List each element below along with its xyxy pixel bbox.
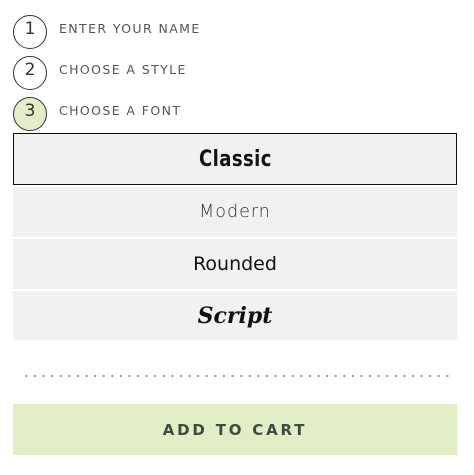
font-option-rounded[interactable]: Rounded [13, 239, 457, 289]
font-option-label: Classic [198, 146, 272, 172]
step-number-badge: 2 [13, 56, 47, 90]
add-to-cart-button[interactable]: ADD TO CART [13, 404, 457, 455]
step-label: CHOOSE A FONT [59, 102, 182, 118]
step-label: ENTER YOUR NAME [59, 20, 201, 36]
font-option-script[interactable]: Script [13, 291, 457, 340]
dotted-divider [22, 374, 454, 378]
step-choose-font[interactable]: 3 CHOOSE A FONT [13, 96, 181, 132]
step-number-badge: 1 [13, 15, 47, 49]
font-option-label: Rounded [193, 253, 277, 275]
font-option-label: Modern [199, 202, 271, 222]
font-option-label: Script [197, 302, 273, 329]
step-number-badge-active: 3 [13, 97, 47, 131]
step-choose-style[interactable]: 2 CHOOSE A STYLE [13, 55, 187, 91]
step-enter-name[interactable]: 1 ENTER YOUR NAME [13, 14, 201, 50]
step-label: CHOOSE A STYLE [59, 61, 187, 77]
font-option-classic[interactable]: Classic [13, 133, 457, 185]
font-option-modern[interactable]: Modern [13, 187, 457, 237]
